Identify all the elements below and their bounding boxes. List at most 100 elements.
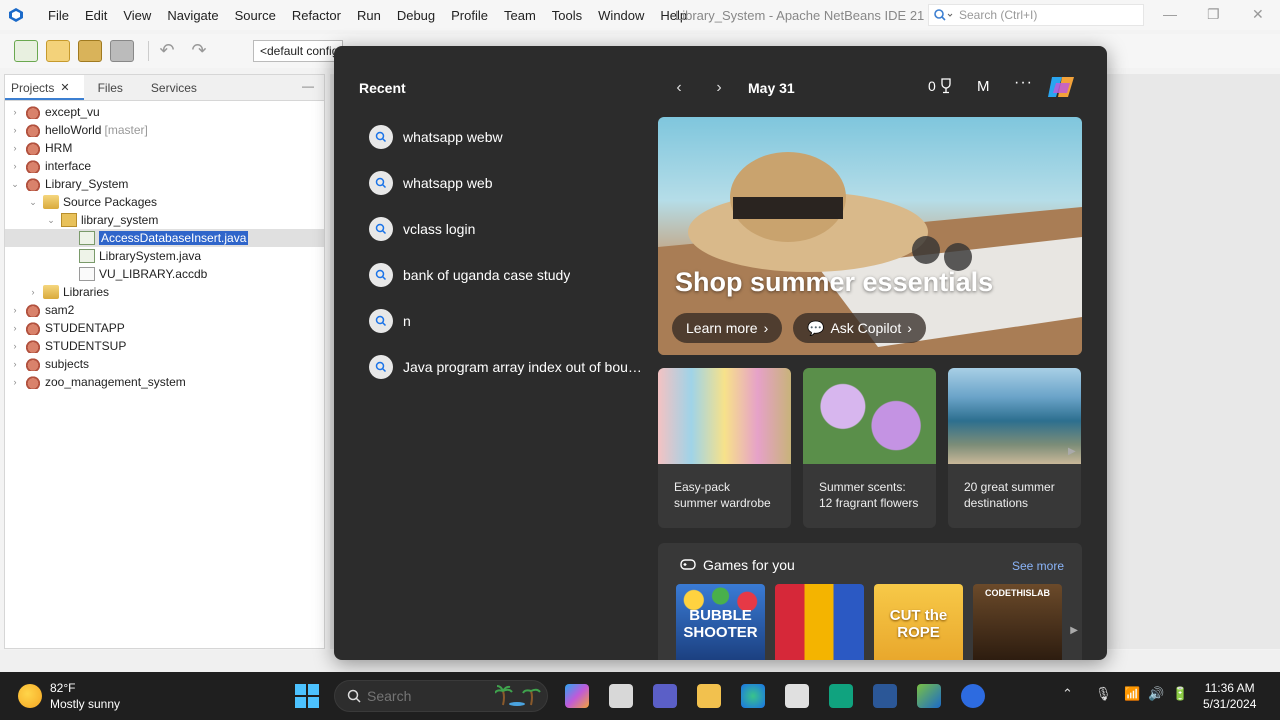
minimize-panel-icon[interactable]: — [292, 75, 324, 100]
news-card[interactable]: Summer scents: 12 fragrant flowers [803, 368, 936, 528]
system-clock[interactable]: 11:36 AM 5/31/2024 [1203, 680, 1256, 712]
news-card[interactable]: Easy-pack summer wardrobe [658, 368, 791, 528]
chevron-right-icon[interactable]: › [9, 305, 21, 315]
volume-icon[interactable]: 🔊 [1148, 686, 1164, 702]
chevron-right-icon[interactable]: › [9, 341, 21, 351]
new-file-icon[interactable] [14, 40, 38, 62]
game-tile-chess[interactable]: CODETHISLAB [973, 584, 1062, 660]
copilot-taskbar-icon[interactable] [565, 684, 589, 708]
taskbar-search-input[interactable] [367, 688, 477, 704]
microphone-icon[interactable]: 🎙 [1095, 686, 1112, 702]
new-project-icon[interactable] [46, 40, 70, 62]
tree-node-access-database-insert[interactable]: AccessDatabaseInsert.java [5, 229, 324, 247]
chevron-right-icon[interactable]: › [9, 143, 21, 153]
hero-banner[interactable]: Shop summer essentials Learn more › 💬 As… [658, 117, 1082, 355]
save-all-icon[interactable] [110, 40, 134, 62]
windows-start-icon[interactable] [295, 684, 319, 708]
netbeans-taskbar-icon[interactable] [917, 684, 941, 708]
recent-item[interactable]: whatsapp webw [369, 114, 659, 160]
tab-files[interactable]: Files [84, 75, 137, 100]
tree-node-except-vu[interactable]: › except_vu [5, 103, 324, 121]
menu-profile[interactable]: Profile [443, 8, 496, 23]
menu-view[interactable]: View [115, 8, 159, 23]
taskbar-search[interactable] [334, 680, 548, 712]
copilot-icon[interactable] [1046, 73, 1078, 101]
tree-node-library-system-java[interactable]: LibrarySystem.java [5, 247, 324, 265]
more-options-icon[interactable]: ··· [1014, 74, 1033, 92]
recent-item[interactable]: whatsapp web [369, 160, 659, 206]
open-project-icon[interactable] [78, 40, 102, 62]
chevron-left-icon[interactable]: ‹ [664, 79, 694, 97]
word-icon[interactable] [873, 684, 897, 708]
chevron-down-icon[interactable]: ⌄ [45, 215, 57, 226]
menu-window[interactable]: Window [590, 8, 652, 23]
tree-node-studentsup[interactable]: › STUDENTSUP [5, 337, 324, 355]
avatar[interactable]: M [977, 78, 990, 95]
wifi-icon[interactable]: 📶 [1124, 686, 1140, 702]
game-tile-blocks[interactable] [775, 584, 864, 660]
game-tile-cut-the-rope[interactable]: CUT the ROPE [874, 584, 963, 660]
tab-services[interactable]: Services [137, 75, 211, 100]
tree-node-source-packages[interactable]: ⌄ Source Packages [5, 193, 324, 211]
ide-search-input[interactable]: Search (Ctrl+I) [928, 4, 1144, 26]
teams-icon[interactable] [653, 684, 677, 708]
tree-node-vu-library-accdb[interactable]: VU_LIBRARY.accdb [5, 265, 324, 283]
menu-source[interactable]: Source [227, 8, 284, 23]
recent-item[interactable]: Java program array index out of boun... [369, 344, 659, 390]
file-explorer-icon[interactable] [697, 684, 721, 708]
chevron-right-icon[interactable]: › [9, 125, 21, 135]
edge-icon[interactable] [741, 684, 765, 708]
chevron-right-icon[interactable]: › [9, 161, 21, 171]
see-more-link[interactable]: See more [1012, 559, 1064, 573]
chevron-right-icon[interactable]: › [9, 359, 21, 369]
store-icon[interactable] [785, 684, 809, 708]
menu-run[interactable]: Run [349, 8, 389, 23]
chevron-right-icon[interactable]: › [27, 287, 39, 297]
undo-icon[interactable]: ↶ [155, 40, 179, 62]
menu-navigate[interactable]: Navigate [159, 8, 226, 23]
recent-item[interactable]: vclass login [369, 206, 659, 252]
tree-node-library-system[interactable]: ⌄ Library_System [5, 175, 324, 193]
tree-node-interface[interactable]: › interface [5, 157, 324, 175]
config-select[interactable]: <default config> [253, 40, 343, 62]
file-explorer-alt-icon[interactable] [609, 684, 633, 708]
battery-icon[interactable]: 🔋 [1172, 686, 1188, 702]
close-icon[interactable]: ✕ [1252, 6, 1264, 23]
menu-team[interactable]: Team [496, 8, 544, 23]
news-card[interactable]: 20 great summer destinations [948, 368, 1081, 528]
tree-node-studentapp[interactable]: › STUDENTAPP [5, 319, 324, 337]
learn-more-button[interactable]: Learn more › [672, 313, 783, 343]
recent-item[interactable]: n [369, 298, 659, 344]
chevron-right-icon[interactable]: › [704, 79, 734, 97]
recent-item[interactable]: bank of uganda case study [369, 252, 659, 298]
chevron-right-icon[interactable]: › [9, 377, 21, 387]
carousel-next-icon[interactable]: ▶ [1068, 446, 1076, 457]
menu-debug[interactable]: Debug [389, 8, 443, 23]
rewards-points[interactable]: 0 [928, 78, 953, 94]
menu-file[interactable]: File [40, 8, 77, 23]
menu-tools[interactable]: Tools [544, 8, 590, 23]
ask-copilot-button[interactable]: 💬 Ask Copilot › [793, 313, 926, 343]
chevron-down-icon[interactable]: ⌄ [27, 197, 39, 208]
chevron-down-icon[interactable]: ⌄ [9, 179, 21, 190]
tree-node-zoo-management-system[interactable]: › zoo_management_system [5, 373, 324, 391]
app-icon[interactable] [961, 684, 985, 708]
close-icon[interactable]: ✕ [60, 81, 69, 98]
chevron-up-icon[interactable]: ⌃ [1062, 686, 1073, 702]
chevron-right-icon[interactable]: › [9, 107, 21, 117]
redo-icon[interactable]: ↷ [187, 40, 211, 62]
tab-projects[interactable]: Projects ✕ [5, 75, 84, 100]
menu-edit[interactable]: Edit [77, 8, 115, 23]
chatgpt-icon[interactable] [829, 684, 853, 708]
tree-node-helloworld[interactable]: › helloWorld [master] [5, 121, 324, 139]
chevron-right-icon[interactable]: › [9, 323, 21, 333]
restore-icon[interactable]: ❐ [1207, 6, 1220, 23]
game-tile-bubble-shooter[interactable]: BUBBLE SHOOTER [676, 584, 765, 660]
tree-node-library-system-package[interactable]: ⌄ library_system [5, 211, 324, 229]
tree-node-libraries[interactable]: › Libraries [5, 283, 324, 301]
weather-widget[interactable]: 82°F Mostly sunny [18, 680, 120, 712]
tree-node-sam2[interactable]: › sam2 [5, 301, 324, 319]
carousel-next-icon[interactable]: ▶ [1070, 625, 1078, 636]
tree-node-subjects[interactable]: › subjects [5, 355, 324, 373]
minimize-icon[interactable]: — [1163, 6, 1177, 22]
